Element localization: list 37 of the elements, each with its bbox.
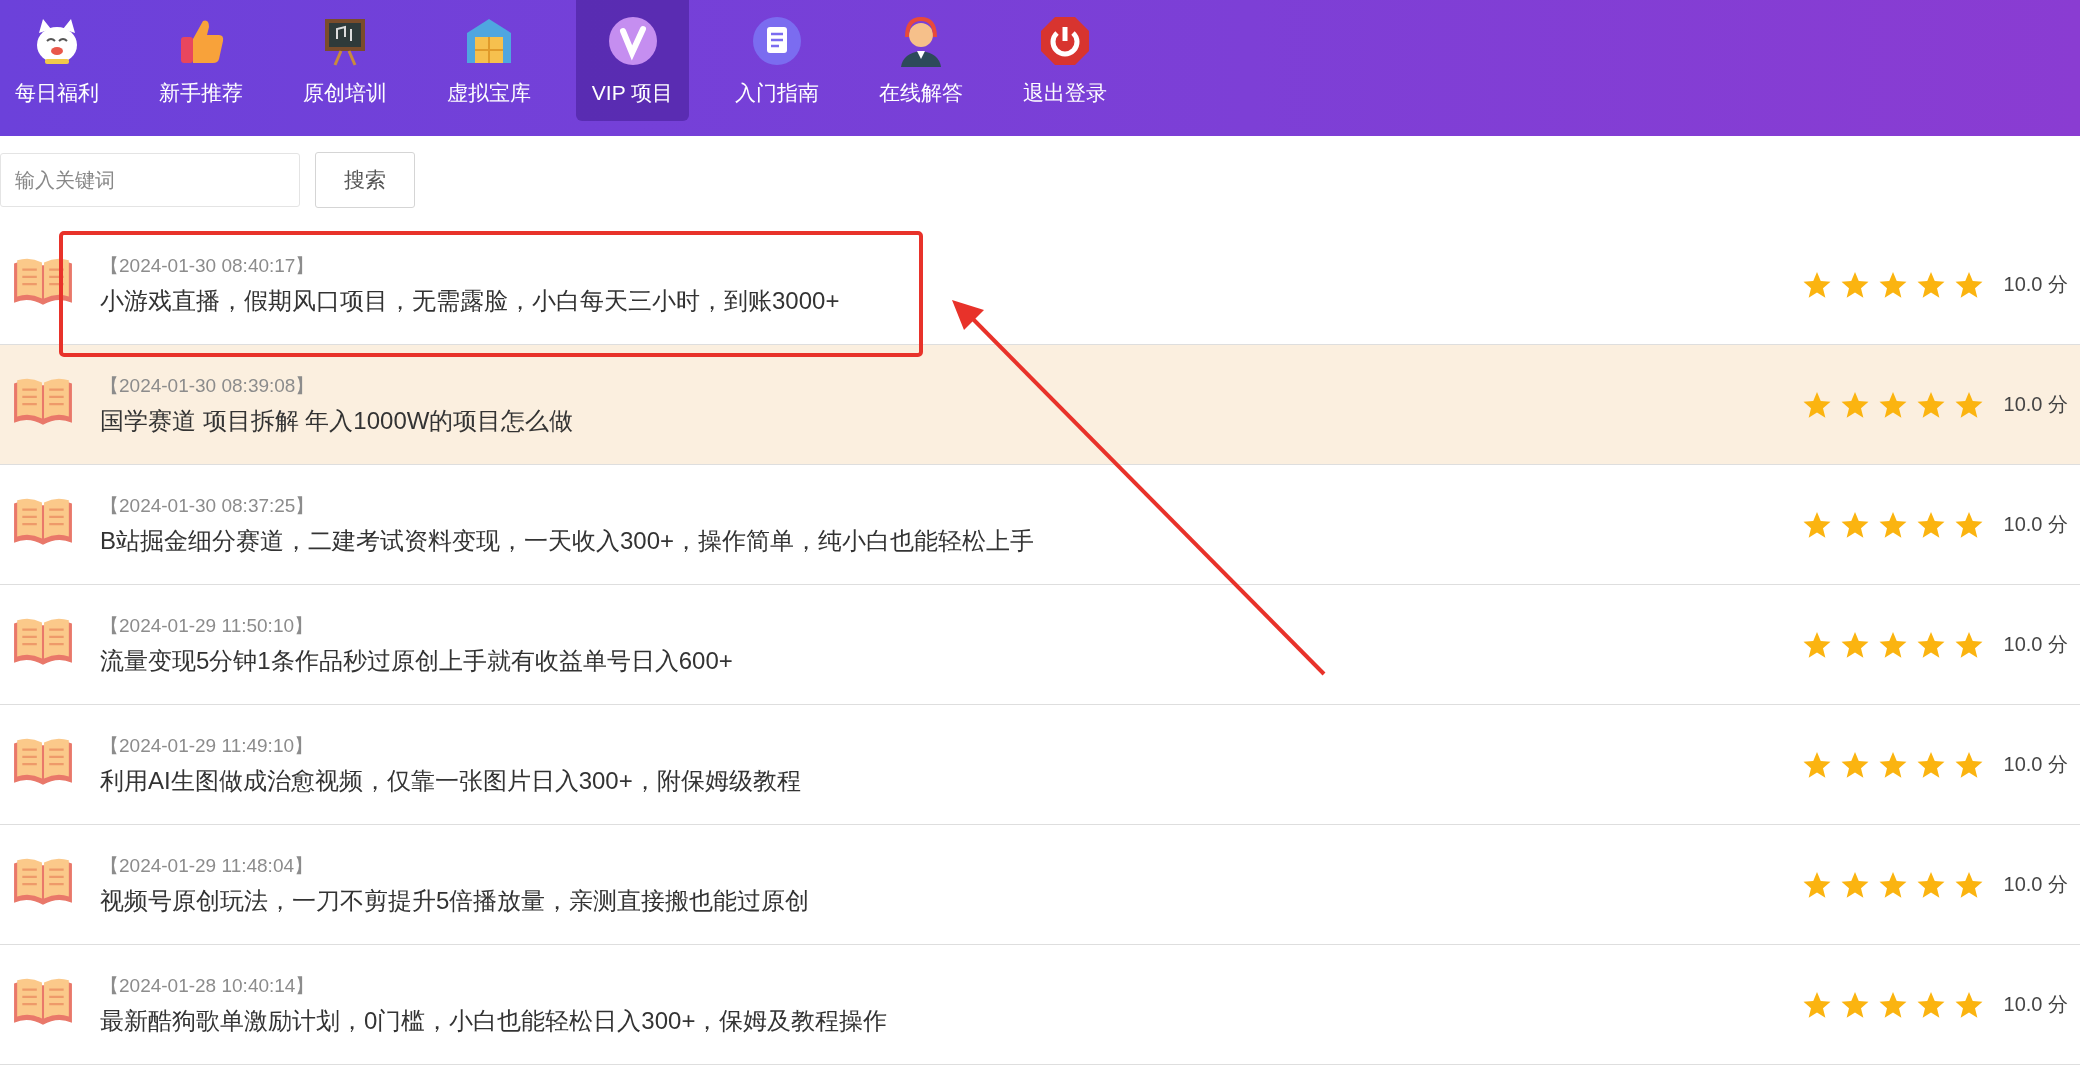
nav-item[interactable]: VIP 项目: [576, 0, 689, 121]
list-row[interactable]: 【2024-01-29 11:50:10】 流量变现5分钟1条作品秒过原创上手就有收益单号日入600+ 10.0 分: [0, 585, 2080, 705]
post-title-link[interactable]: 流量变现5分钟1条作品秒过原创上手就有收益单号日入600+: [100, 644, 733, 677]
nav-item[interactable]: 在线解答: [864, 0, 977, 121]
score-text: 10.0 分: [2003, 272, 2068, 297]
post-date: 【2024-01-29 11:48:04】: [100, 853, 314, 878]
post-title-link[interactable]: 最新酷狗歌单激励计划，0门槛，小白也能轻松日入300+，保姆及教程操作: [100, 1004, 888, 1037]
list-row[interactable]: 【2024-01-29 11:49:10】 利用AI生图做成治愈视频，仅靠一张图片日入300+，附保姆级教程 10.0 分: [0, 705, 2080, 825]
nav-item[interactable]: 退出登录: [1008, 0, 1121, 121]
nav-item[interactable]: 入门指南: [720, 0, 833, 121]
list-row[interactable]: 【2024-01-28 10:40:14】 最新酷狗歌单激励计划，0门槛，小白也能轻松日入300+，保姆及教程操作 10.0 分: [0, 945, 2080, 1065]
score-text: 10.0 分: [2003, 752, 2068, 777]
score-text: 10.0 分: [2003, 872, 2068, 897]
post-title-link[interactable]: 利用AI生图做成治愈视频，仅靠一张图片日入300+，附保姆级教程: [100, 764, 801, 797]
list-row[interactable]: 【2024-01-29 11:48:04】 视频号原创玩法，一刀不剪提升5倍播放量，亲测直接搬也能过原创 10.0 分: [0, 825, 2080, 945]
post-title-link[interactable]: 小游戏直播，假期风口项目，无需露脸，小白每天三小时，到账3000+: [100, 284, 840, 317]
search-field[interactable]: 输入关键词: [0, 153, 300, 207]
score-text: 10.0 分: [2003, 392, 2068, 417]
post-date: 【2024-01-30 08:39:08】: [100, 373, 315, 398]
list-row[interactable]: 【2024-01-30 08:39:08】 国学赛道 项目拆解 年入1000W的项目怎么做 10.0 分: [0, 345, 2080, 465]
nav-item[interactable]: 虚拟宝库: [432, 0, 545, 121]
search-button[interactable]: 搜索: [315, 152, 415, 208]
nav-item[interactable]: 每日福利: [0, 0, 113, 121]
nav-item[interactable]: 原创培训: [288, 0, 401, 121]
post-title-link[interactable]: B站掘金细分赛道，二建考试资料变现，一天收入300+，操作简单，纯小白也能轻松上手: [100, 524, 1035, 557]
score-text: 10.0 分: [2003, 992, 2068, 1017]
list-row[interactable]: 【2024-01-30 08:37:25】 B站掘金细分赛道，二建考试资料变现，一天收入300+，操作简单，纯小白也能轻松上手 10.0 分: [0, 465, 2080, 585]
post-date: 【2024-01-28 10:40:14】: [100, 973, 315, 998]
score-text: 10.0 分: [2003, 512, 2068, 537]
post-title-link[interactable]: 国学赛道 项目拆解 年入1000W的项目怎么做: [100, 404, 574, 437]
score-text: 10.0 分: [2003, 632, 2068, 657]
post-date: 【2024-01-30 08:40:17】: [100, 253, 315, 278]
post-title-link[interactable]: 视频号原创玩法，一刀不剪提升5倍播放量，亲测直接搬也能过原创: [100, 884, 810, 917]
post-date: 【2024-01-29 11:49:10】: [100, 733, 314, 758]
post-date: 【2024-01-30 08:37:25】: [100, 493, 315, 518]
nav-item[interactable]: 新手推荐: [144, 0, 257, 121]
post-date: 【2024-01-29 11:50:10】: [100, 613, 314, 638]
